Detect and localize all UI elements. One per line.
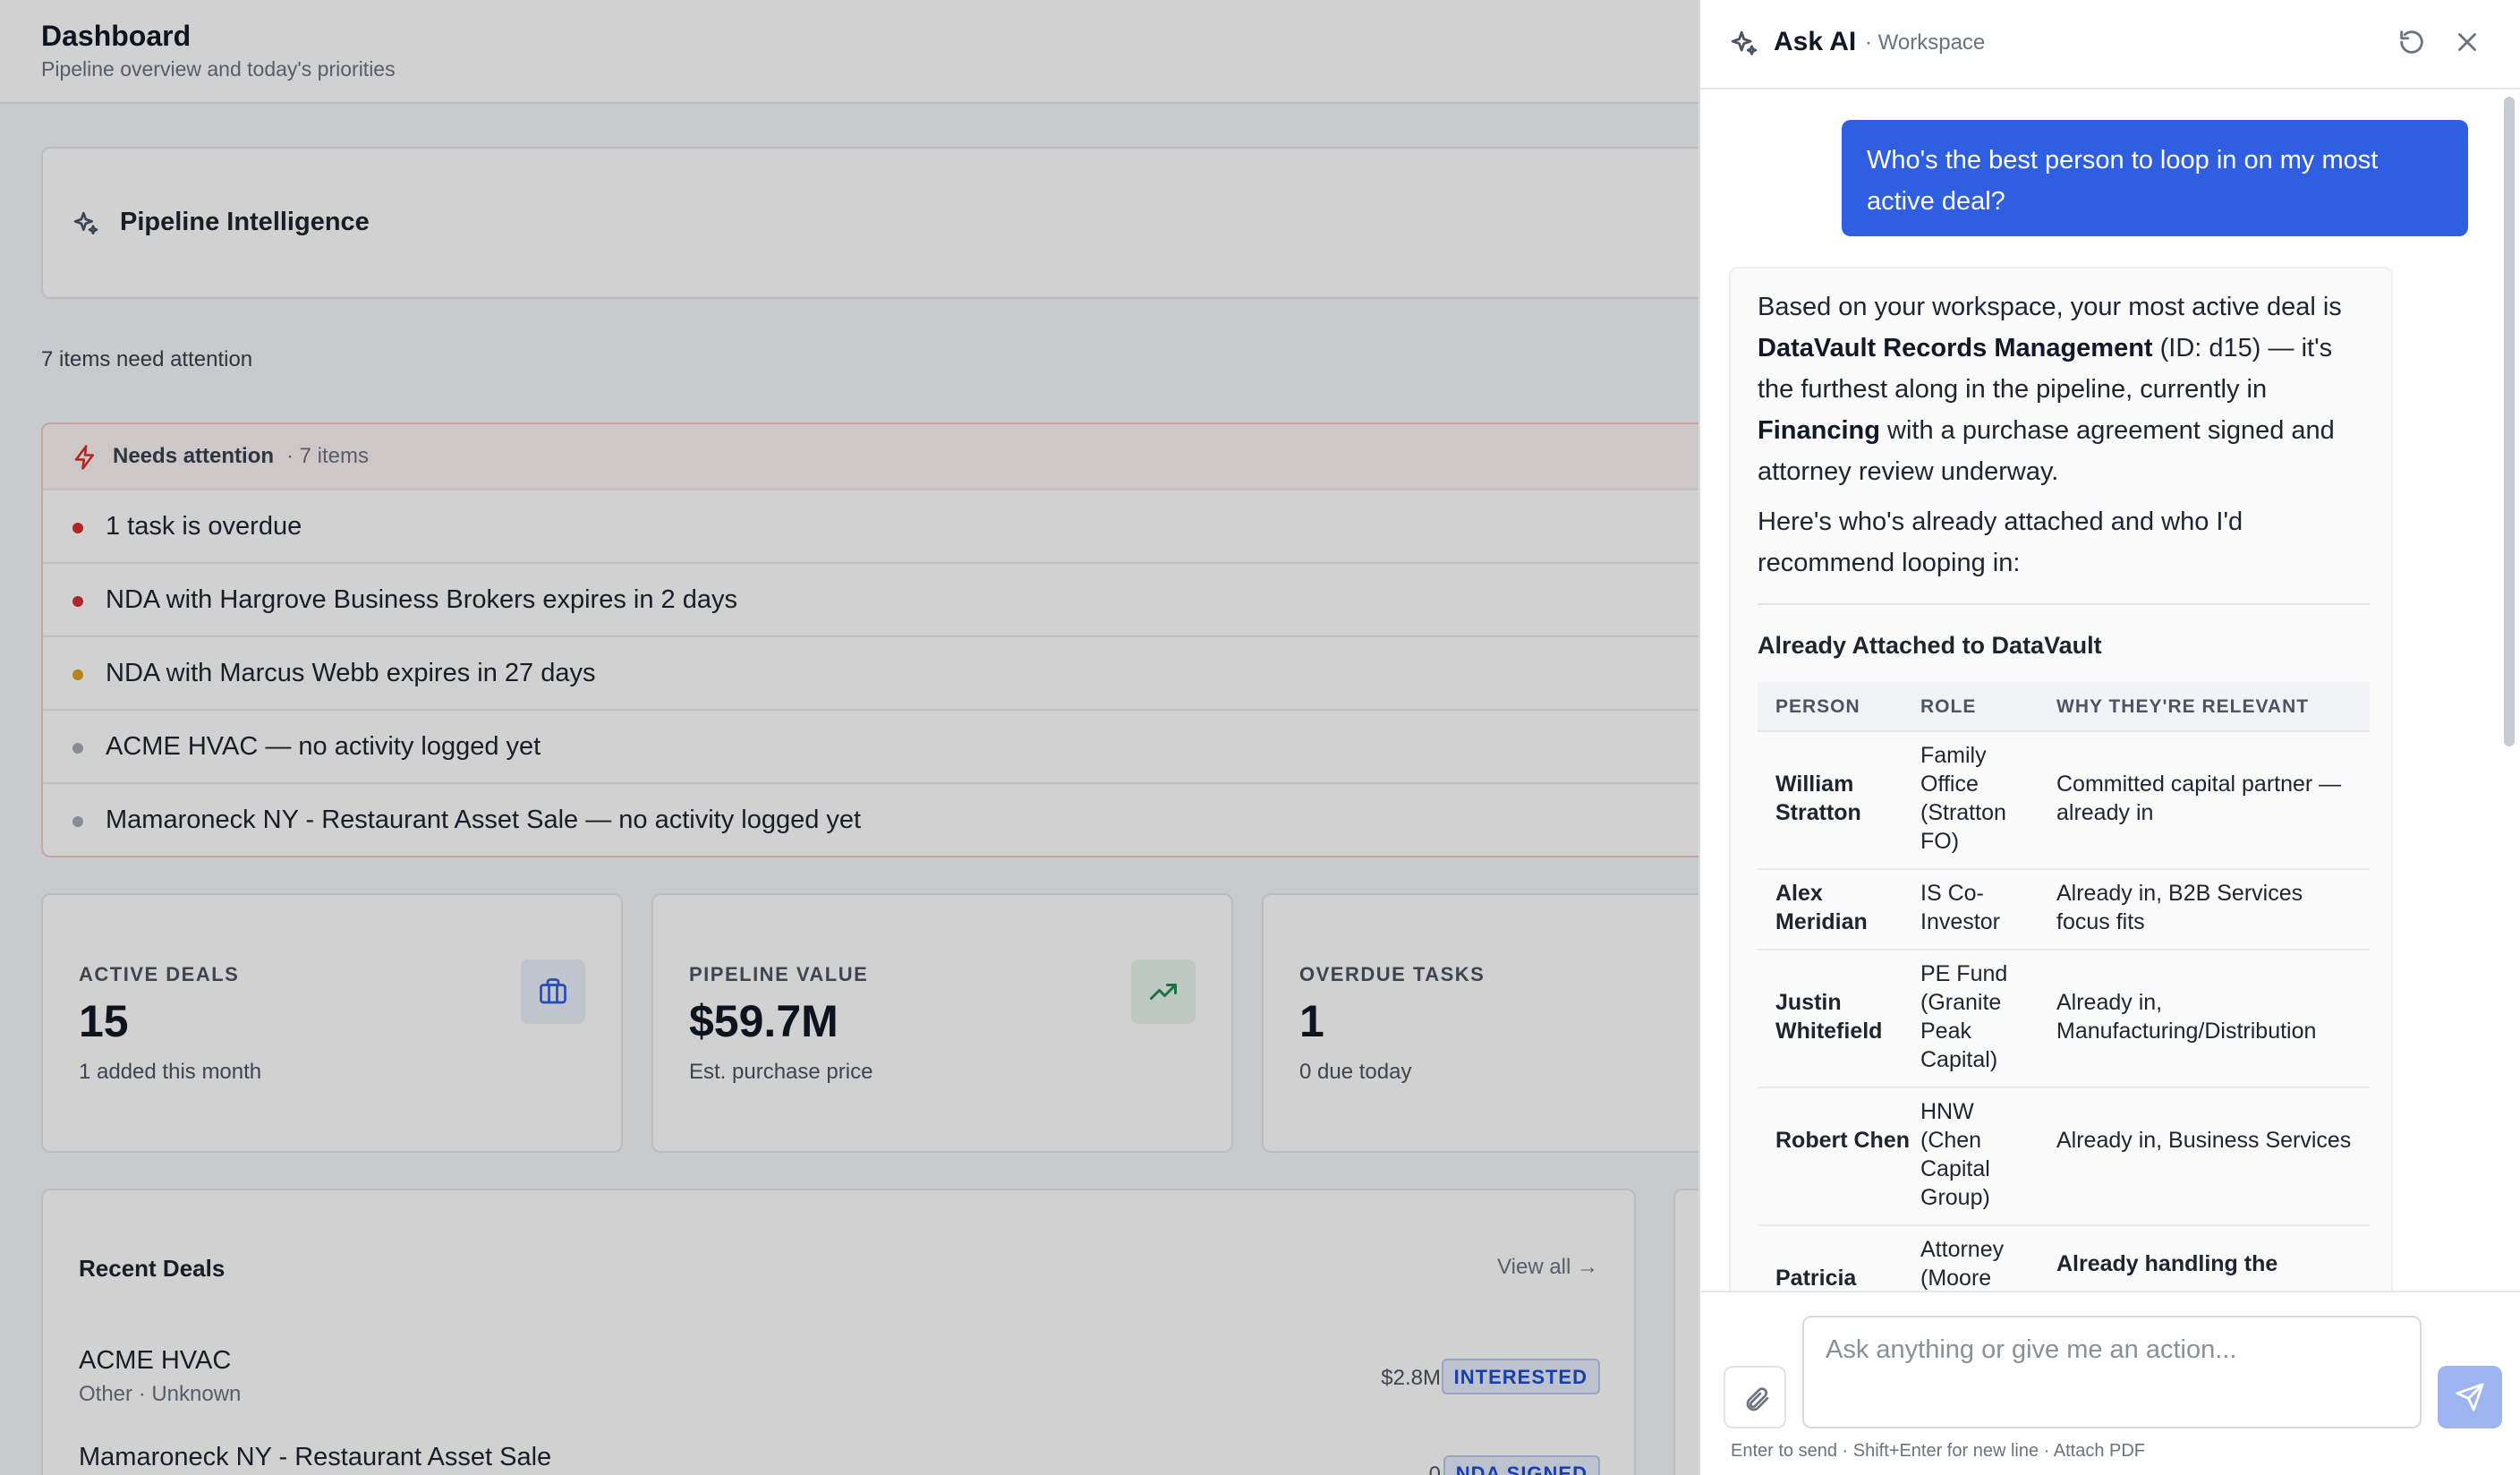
refresh-icon[interactable] (2397, 27, 2427, 57)
table-row: William Stratton Family Office (Stratton… (1758, 732, 2370, 870)
role-cell: HNW (Chen Capital Group) (1920, 1099, 1990, 1210)
divider (1758, 603, 2370, 605)
response-paragraph-2: Here's who's already attached and who I'… (1758, 507, 2243, 577)
role-cell: IS Co-Investor (1920, 881, 2000, 934)
deal-name-bold: DataVault Records Management (1758, 334, 2153, 362)
why-cell: Already handling the (2056, 1251, 2278, 1276)
paperclip-icon (1746, 1387, 1769, 1411)
why-cell: Already in, Business Services (2056, 1128, 2352, 1153)
close-icon[interactable] (2452, 27, 2482, 57)
table-row: Alex Meridian IS Co-Investor Already in,… (1758, 870, 2370, 951)
sparkles-icon (1731, 30, 1758, 55)
column-header: ROLE (1920, 696, 1977, 717)
ask-ai-header: Ask AI · Workspace (1700, 0, 2520, 90)
composer-hint: Enter to send · Shift+Enter for new line… (1731, 1441, 2145, 1461)
stage-bold: Financing (1758, 416, 1880, 445)
person-cell: Justin Whitefield (1775, 990, 1883, 1044)
person-cell: Patricia (1775, 1266, 1857, 1291)
response-heading: Already Attached to DataVault (1758, 632, 2102, 659)
ask-ai-panel: Ask AI · Workspace Who's the best person… (1698, 0, 2520, 1475)
why-cell: Already in, B2B Services focus fits (2056, 881, 2303, 934)
table-row: Justin Whitefield PE Fund (Granite Peak … (1758, 951, 2370, 1088)
ai-response: Based on your workspace, your most activ… (1729, 267, 2393, 1291)
chat-input[interactable] (1802, 1316, 2422, 1428)
response-paragraph-1: Based on your workspace, your most activ… (1758, 286, 2375, 492)
why-cell: Committed capital partner — already in (2056, 772, 2342, 825)
table-row: Patricia Attorney (Moore Already handlin… (1758, 1226, 2370, 1291)
column-header: PERSON (1775, 696, 1860, 717)
chat-composer: Enter to send · Shift+Enter for new line… (1700, 1291, 2520, 1475)
person-cell: William Stratton (1775, 772, 1861, 825)
table-row: Robert Chen HNW (Chen Capital Group) Alr… (1758, 1088, 2370, 1226)
chat-thread[interactable]: Who's the best person to loop in on my m… (1700, 91, 2520, 1291)
send-button[interactable] (2438, 1366, 2502, 1428)
role-cell: Attorney (Moore (1920, 1237, 2005, 1291)
why-cell: Already in, Manufacturing/Distribution (2056, 990, 2317, 1044)
attach-button[interactable] (1724, 1366, 1786, 1428)
person-cell: Robert Chen (1775, 1128, 1910, 1153)
user-message: Who's the best person to loop in on my m… (1842, 120, 2468, 236)
send-icon (2456, 1383, 2484, 1411)
ask-ai-title: Ask AI (1774, 27, 1857, 56)
role-cell: Family Office (Stratton FO) (1920, 743, 2006, 854)
scrollbar-thumb[interactable] (2504, 97, 2515, 746)
column-header: WHY THEY'RE RELEVANT (2056, 696, 2310, 717)
role-cell: PE Fund (Granite Peak Capital) (1920, 961, 2008, 1072)
person-cell: Alex Meridian (1775, 881, 1868, 934)
response-text: Based on your workspace, your most activ… (1758, 293, 2342, 321)
ask-ai-context: · Workspace (1865, 30, 1986, 55)
